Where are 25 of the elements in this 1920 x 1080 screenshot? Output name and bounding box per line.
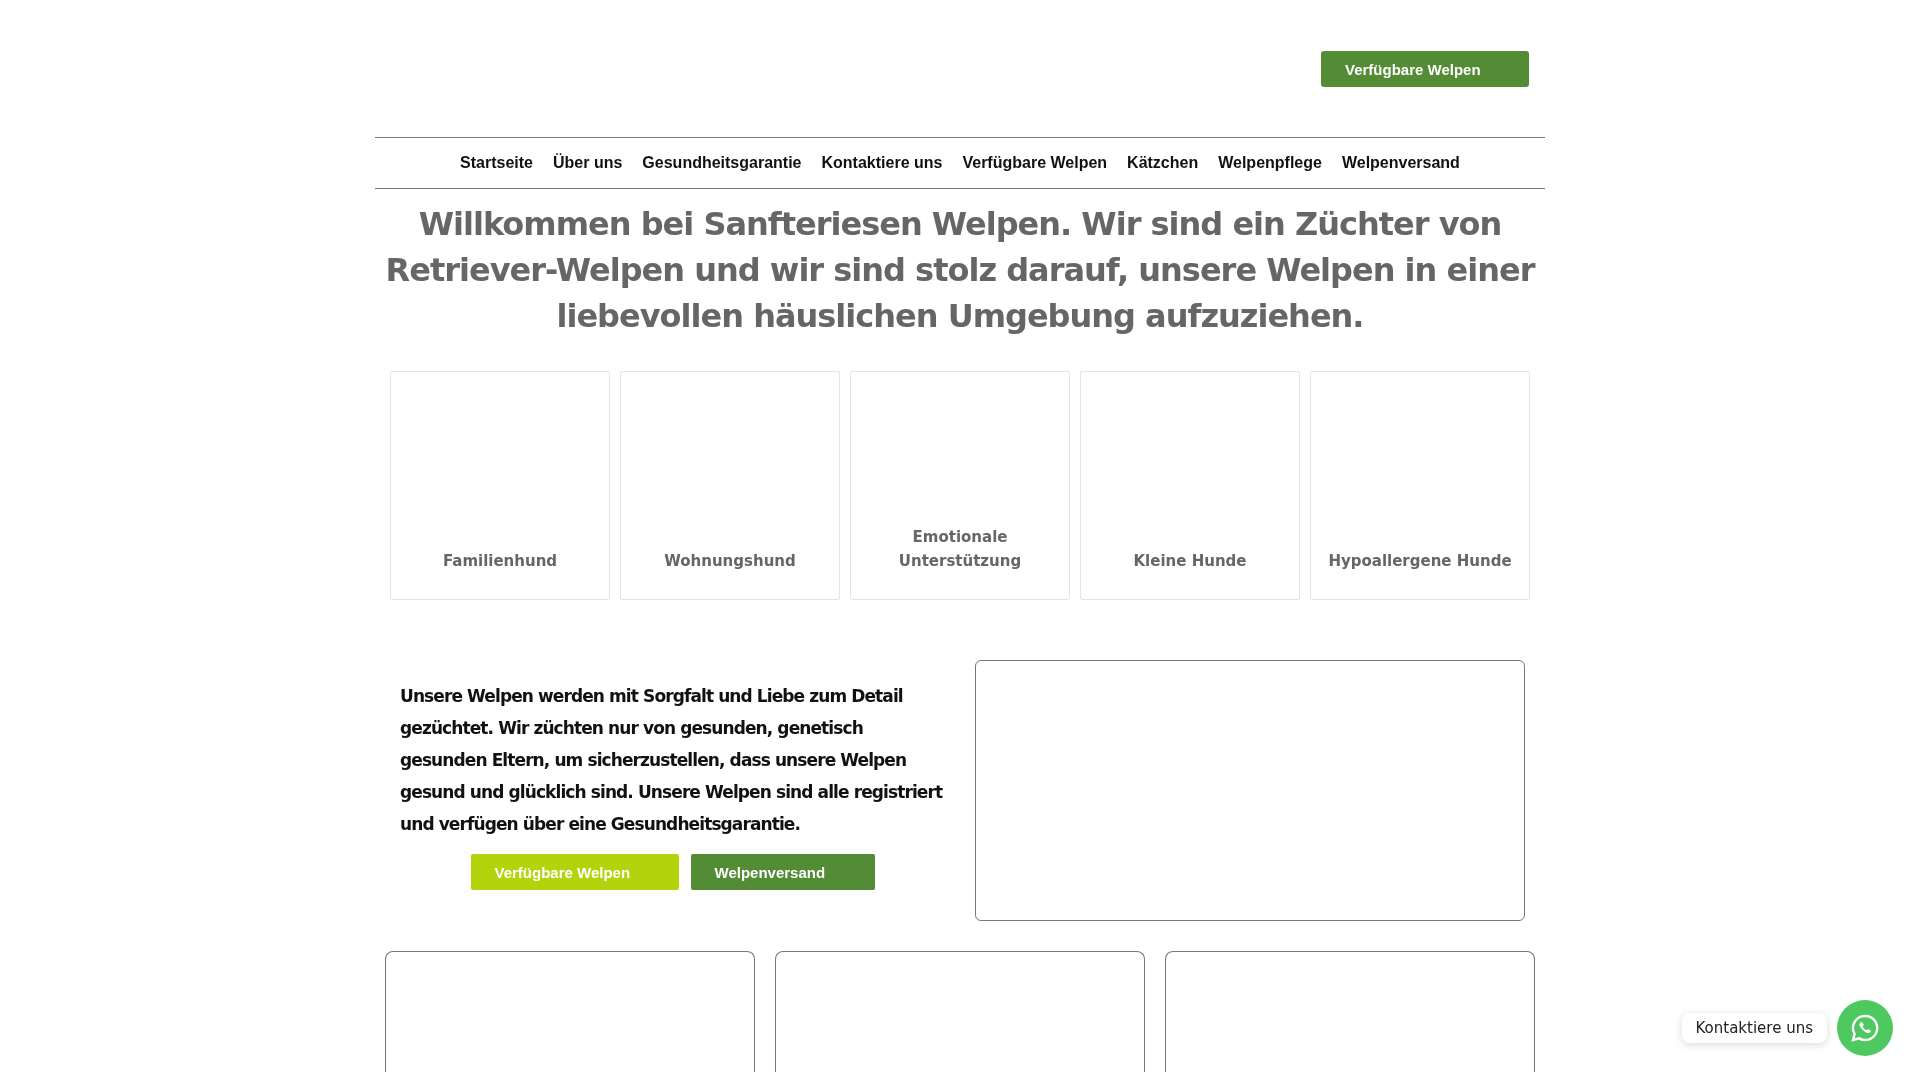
category-card[interactable]: Emotionale Unterstützung (850, 371, 1070, 600)
shipping-button[interactable]: Welpenversand (690, 854, 875, 890)
category-label: Wohnungshund (664, 551, 796, 572)
nav-link[interactable]: Welpenversand (1341, 154, 1460, 172)
category-label: Familienhund (442, 551, 558, 572)
category-card[interactable]: Kleine Hunde (1080, 371, 1300, 600)
category-card[interactable]: Wohnungshund (620, 371, 840, 600)
nav-link[interactable]: Welpenpflege (1218, 154, 1322, 172)
nav-link[interactable]: Über uns (553, 154, 623, 172)
category-label: Emotionale Unterstützung (897, 527, 1023, 572)
intro-paragraph: Unsere Welpen werden mit Sorgfalt und Liebe zum Detail gezüchtet. Wir züchten nur von gesunden, genetisch gesunden Eltern, um sicherzustellen, dass unsere Welpen gesund und glücklich sind. Unsere Welpen sind alle registriert und verfügen über eine Gesundheitsgarantie. (400, 685, 944, 836)
phone-bubble-icon (1849, 1012, 1881, 1044)
category-card[interactable]: Familienhund (390, 371, 610, 600)
category-label: Kleine Hunde (1133, 551, 1247, 572)
available-puppies-button[interactable]: Verfügbare Welpen (1321, 51, 1529, 87)
category-label: Hypoallergene Hunde (1328, 551, 1512, 572)
nav-link[interactable]: Verfügbare Welpen (962, 154, 1108, 172)
nav-link[interactable]: Gesundheitsgarantie (642, 154, 802, 172)
headline: Willkommen bei Sanfteriesen Welpen. Wir sind ein Züchter von Retriever-Welpen und wir sind stolz darauf, unsere Welpen in einer liebevollen häuslichen Umgebung aufzuziehen. (384, 204, 1536, 337)
nav-link[interactable]: Kontaktiere uns (821, 154, 943, 172)
nav-link[interactable]: Startseite (460, 154, 533, 172)
category-card[interactable]: Hypoallergene Hunde (1310, 371, 1530, 600)
whatsapp-button[interactable] (1837, 1000, 1893, 1056)
nav-link[interactable]: Kätzchen (1127, 154, 1199, 172)
chat-label[interactable]: Kontaktiere uns (1681, 1013, 1827, 1043)
